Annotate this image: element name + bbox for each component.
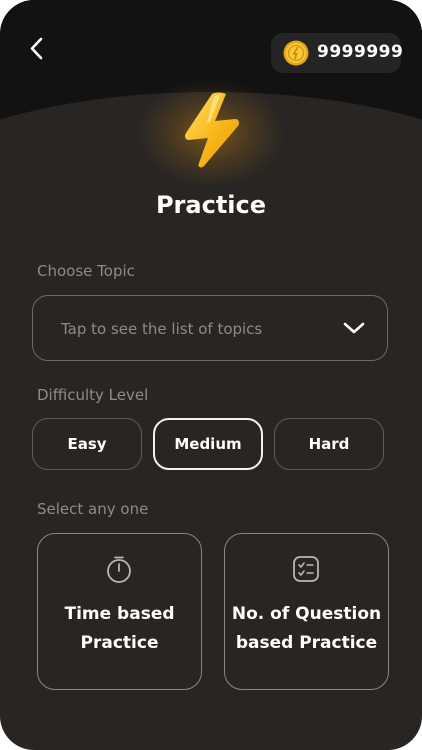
question-based-text: No. of Question based Practice bbox=[225, 600, 388, 658]
coin-balance[interactable]: 9999999 bbox=[271, 33, 404, 73]
coin-icon bbox=[283, 40, 309, 66]
select-mode-label: Select any one bbox=[37, 500, 149, 518]
time-based-line1: Time based bbox=[64, 604, 175, 624]
chevron-down-icon bbox=[343, 322, 365, 334]
time-based-line2: Practice bbox=[80, 633, 159, 653]
checklist-icon bbox=[293, 556, 319, 582]
difficulty-hard-label: Hard bbox=[308, 435, 350, 453]
back-button[interactable] bbox=[22, 34, 52, 64]
time-based-practice-card[interactable]: Time based Practice bbox=[37, 533, 202, 690]
lightning-bolt-icon bbox=[185, 92, 239, 168]
practice-screen: 9999999 Practice Choose Topic Tap to see… bbox=[0, 0, 422, 750]
coin-count: 9999999 bbox=[317, 42, 404, 62]
page-title: Practice bbox=[155, 191, 267, 219]
question-based-practice-card[interactable]: No. of Question based Practice bbox=[224, 533, 389, 690]
choose-topic-label: Choose Topic bbox=[37, 262, 135, 280]
difficulty-easy-button[interactable]: Easy bbox=[32, 418, 142, 470]
difficulty-medium-button[interactable]: Medium bbox=[153, 418, 263, 470]
difficulty-hard-button[interactable]: Hard bbox=[274, 418, 384, 470]
question-based-line2: based Practice bbox=[235, 633, 378, 653]
difficulty-label: Difficulty Level bbox=[37, 386, 149, 404]
topic-placeholder: Tap to see the list of topics bbox=[61, 320, 263, 338]
difficulty-medium-label: Medium bbox=[174, 435, 242, 453]
stopwatch-icon bbox=[107, 556, 131, 583]
time-based-text: Time based Practice bbox=[38, 600, 201, 658]
topic-dropdown[interactable]: Tap to see the list of topics bbox=[32, 295, 388, 361]
chevron-left-icon bbox=[30, 37, 43, 60]
difficulty-easy-label: Easy bbox=[67, 435, 107, 453]
question-based-line1: No. of Question bbox=[231, 604, 382, 624]
